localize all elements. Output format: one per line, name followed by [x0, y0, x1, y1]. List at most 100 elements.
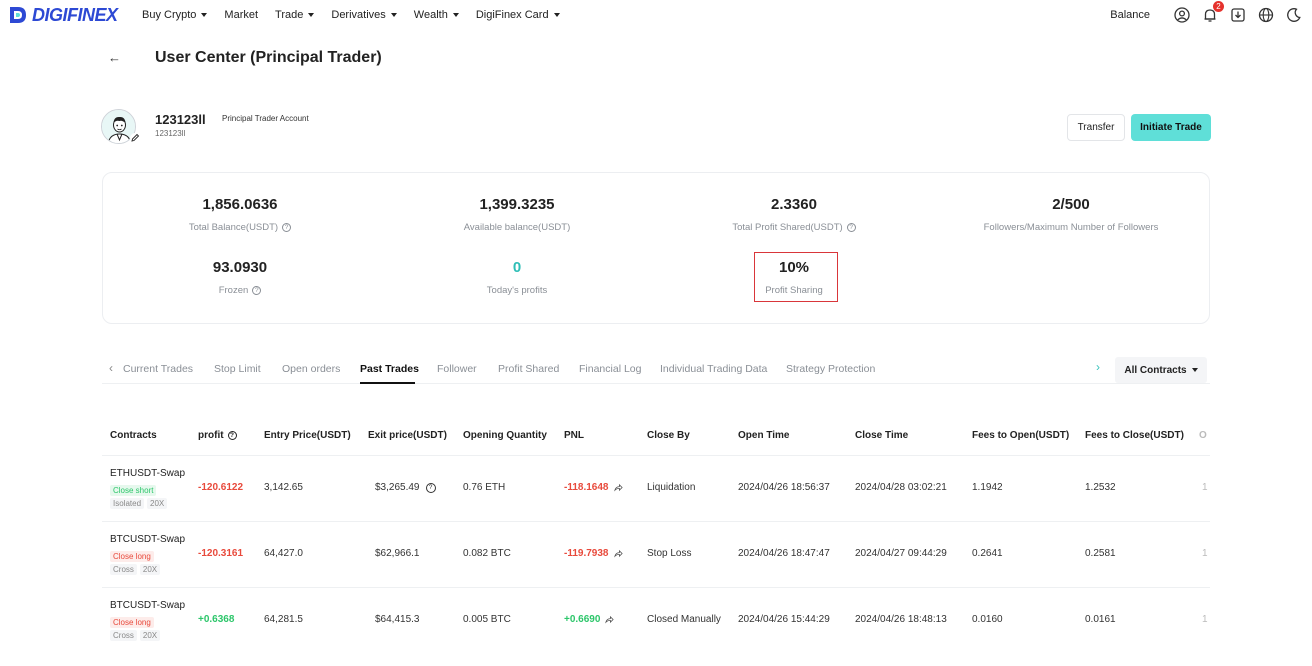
help-icon[interactable]: ? — [282, 223, 292, 232]
col-entry-price: Entry Price(USDT) — [264, 430, 351, 441]
trade-tabs: ‹ Current Trades Stop Limit Open orders … — [102, 356, 1210, 384]
pnl-value: +0.6690 — [564, 614, 615, 625]
profit-sharing-highlight — [754, 252, 838, 302]
share-icon[interactable] — [613, 483, 623, 492]
fee-close: 0.0161 — [1085, 614, 1116, 625]
side-tag-label: Close long — [110, 551, 154, 562]
fee-close: 0.2581 — [1085, 548, 1116, 559]
nav-derivatives[interactable]: Derivatives — [331, 9, 397, 21]
row-divider — [102, 587, 1210, 588]
tab-current-trades[interactable]: Current Trades — [123, 363, 193, 375]
close-time: 2024/04/27 09:44:29 — [855, 548, 947, 559]
help-icon[interactable]: ? — [846, 223, 856, 232]
fee-open: 0.0160 — [972, 614, 1003, 625]
nav-card-label: DigiFinex Card — [475, 9, 549, 21]
notification-badge: 2 — [1213, 1, 1224, 12]
stat-available-balance: 1,399.3235 Available balance(USDT) — [387, 196, 647, 233]
tab-individual-trading-data[interactable]: Individual Trading Data — [660, 363, 767, 375]
tab-past-trades[interactable]: Past Trades — [360, 363, 419, 375]
total-profit-shared-value: 2.3360 — [771, 196, 817, 213]
tab-stop-limit[interactable]: Stop Limit — [214, 363, 261, 375]
help-icon[interactable]: ? — [425, 482, 436, 493]
logo[interactable]: DIGIFINEX — [8, 4, 118, 26]
back-button[interactable]: ← — [108, 50, 121, 65]
page-title: User Center (Principal Trader) — [155, 49, 382, 66]
leverage-tag: 20X — [147, 498, 168, 509]
exit-price-value: $3,265.49 — [375, 482, 420, 493]
stats-card — [102, 172, 1210, 324]
col-pnl: PNL — [564, 430, 584, 441]
chevron-right-icon[interactable]: › — [1096, 360, 1100, 374]
nav-digifinex-card[interactable]: DigiFinex Card — [476, 9, 560, 21]
nav-buy-crypto-label: Buy Crypto — [142, 9, 197, 21]
available-balance-value: 1,399.3235 — [479, 196, 555, 213]
opening-quantity: 0.76 ETH — [463, 482, 506, 493]
chevron-left-icon[interactable]: ‹ — [109, 361, 113, 375]
moon-icon[interactable] — [1286, 7, 1302, 23]
chevron-down-icon — [1191, 368, 1198, 372]
user-name: 123123ll — [155, 112, 206, 127]
user-id: 123123ll — [155, 129, 186, 138]
nav-trade[interactable]: Trade — [275, 9, 315, 21]
followers-value: 2/500 — [1052, 196, 1090, 213]
tab-follower[interactable]: Follower — [437, 363, 477, 375]
contract-name: ETHUSDT-Swap — [110, 468, 186, 479]
today-profits-value: 0 — [512, 259, 522, 276]
brand-name: DIGIFINEX — [32, 4, 118, 25]
initiate-trade-button[interactable]: Initiate Trade — [1131, 114, 1211, 141]
col-contracts: Contracts — [110, 430, 157, 441]
share-icon[interactable] — [605, 615, 615, 624]
close-time: 2024/04/26 18:48:13 — [855, 614, 947, 625]
margin-mode-tag: Cross — [110, 630, 137, 641]
bell-icon[interactable]: 2 — [1202, 1, 1224, 23]
side-tag: Close short — [110, 485, 157, 496]
stat-total-balance: 1,856.0636 Total Balance(USDT)? — [110, 196, 370, 233]
exit-price: $64,415.3 — [375, 614, 420, 625]
col-close-by: Close By — [647, 430, 690, 441]
nav-market[interactable]: Market — [224, 9, 258, 21]
edit-icon[interactable] — [130, 133, 140, 143]
help-icon[interactable]: ? — [252, 286, 262, 295]
close-by: Stop Loss — [647, 548, 692, 559]
col-truncated: O — [1199, 430, 1207, 441]
transfer-button[interactable]: Transfer — [1067, 114, 1125, 141]
col-close-time: Close Time — [855, 430, 909, 441]
digifinex-logo-icon — [10, 7, 26, 23]
tab-profit-shared[interactable]: Profit Shared — [498, 363, 559, 375]
chevron-down-icon — [553, 13, 560, 17]
share-icon[interactable] — [613, 549, 623, 558]
balance-link[interactable]: Balance — [1110, 9, 1150, 21]
exit-price: $3,265.49? — [375, 482, 436, 493]
margin-tags: Cross 20X — [110, 630, 163, 641]
today-profits-label: Today's profits — [486, 285, 548, 296]
account-type: Principal Trader Account — [222, 114, 309, 123]
tab-strategy-protection[interactable]: Strategy Protection — [786, 363, 875, 375]
top-navigation: DIGIFINEX Buy Crypto Market Trade Deriva… — [0, 0, 1312, 30]
total-balance-value: 1,856.0636 — [202, 196, 278, 213]
contract-name: BTCUSDT-Swap — [110, 534, 186, 545]
help-icon[interactable]: ? — [227, 431, 237, 440]
tab-financial-log[interactable]: Financial Log — [579, 363, 641, 375]
nav-market-label: Market — [224, 9, 259, 21]
available-balance-label: Available balance(USDT) — [463, 222, 571, 233]
nav-wealth[interactable]: Wealth — [414, 9, 459, 21]
stat-today-profits: 0 Today's profits — [387, 259, 647, 296]
nav-right: Balance 2 — [1110, 0, 1302, 30]
nav-buy-crypto[interactable]: Buy Crypto — [142, 9, 208, 21]
exit-price: $62,966.1 — [375, 548, 420, 559]
side-tag: Close long — [110, 617, 154, 628]
download-icon[interactable] — [1230, 7, 1246, 23]
truncated-cell: 1 — [1202, 482, 1208, 493]
contract-filter-label: All Contracts — [1124, 364, 1187, 376]
globe-icon[interactable] — [1258, 7, 1274, 23]
total-profit-shared-label-text: Total Profit Shared(USDT) — [732, 222, 843, 233]
nav-derivatives-label: Derivatives — [331, 9, 386, 21]
truncated-cell: 1 — [1202, 614, 1208, 625]
side-tag-label: Close short — [110, 485, 157, 496]
contract-filter-select[interactable]: All Contracts — [1115, 357, 1207, 383]
stat-frozen: 93.0930 Frozen? — [110, 259, 370, 296]
user-icon[interactable] — [1174, 7, 1190, 23]
tab-open-orders[interactable]: Open orders — [282, 363, 340, 375]
truncated-cell: 1 — [1202, 548, 1208, 559]
nav-wealth-label: Wealth — [413, 9, 448, 21]
